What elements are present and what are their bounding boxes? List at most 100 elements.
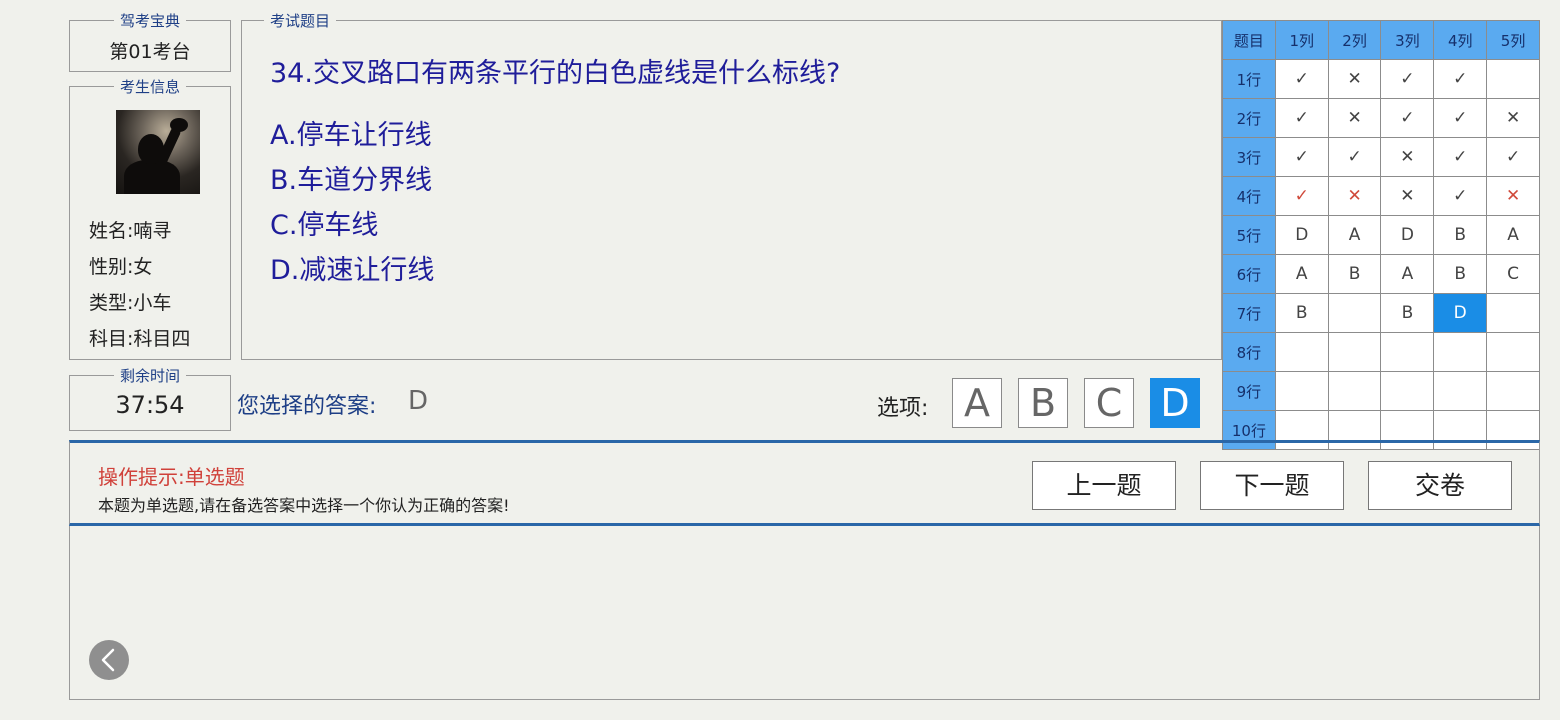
grid-cell-q12[interactable]: ✓ — [1327, 137, 1382, 177]
grid-cell-q42[interactable] — [1327, 371, 1382, 411]
grid-cell-q10[interactable]: ✕ — [1486, 98, 1540, 138]
grid-cell-q41[interactable] — [1274, 371, 1329, 411]
grid-cell-q6[interactable]: ✓ — [1274, 98, 1329, 138]
grid-cell-q15[interactable]: ✓ — [1486, 137, 1540, 177]
grid-cell-mark: ✓ — [1505, 147, 1521, 167]
grid-cell-q3[interactable]: ✓ — [1380, 59, 1435, 99]
grid-cell-q23[interactable]: D — [1380, 215, 1435, 255]
exam-station-panel: 驾考宝典 第01考台 — [69, 11, 231, 72]
grid-cell-mark: C — [1507, 264, 1519, 284]
timer-legend: 剩余时间 — [113, 366, 187, 386]
grid-cell-q40[interactable] — [1486, 332, 1540, 372]
grid-cell-q44[interactable] — [1433, 371, 1488, 411]
grid-cell-mark: D — [1453, 303, 1467, 323]
grid-cell-q38[interactable] — [1380, 332, 1435, 372]
grid-cell-mark: D — [1400, 225, 1414, 245]
grid-cell-mark: B — [1454, 225, 1467, 245]
grid-cell-q33[interactable]: B — [1380, 293, 1435, 333]
examinee-license-type: 类型:小车 — [89, 292, 172, 314]
choice-c-button[interactable]: C — [1084, 378, 1134, 428]
choice-d-button[interactable]: D — [1150, 378, 1200, 428]
grid-cell-q26[interactable]: A — [1274, 254, 1329, 294]
previous-question-button[interactable]: 上一题 — [1032, 461, 1176, 510]
grid-row-header: 6行 — [1222, 254, 1276, 294]
grid-cell-mark: B — [1401, 303, 1414, 323]
grid-cell-q32[interactable] — [1327, 293, 1382, 333]
grid-cell-q37[interactable] — [1327, 332, 1382, 372]
grid-cell-q11[interactable]: ✓ — [1274, 137, 1329, 177]
examinee-subject: 科目:科目四 — [89, 328, 191, 350]
grid-cell-q27[interactable]: B — [1327, 254, 1382, 294]
next-question-button[interactable]: 下一题 — [1200, 461, 1344, 510]
grid-cell-q35[interactable] — [1486, 293, 1540, 333]
grid-cell-q25[interactable]: A — [1486, 215, 1540, 255]
grid-row: 7行 B B D — [1222, 293, 1540, 333]
bottom-panel — [69, 526, 1540, 700]
grid-cell-mark: ✕ — [1400, 147, 1415, 167]
grid-corner-header: 题目 — [1222, 20, 1276, 60]
examinee-info-panel: 考生信息 姓名:喃寻 性别:女 类型:小车 科目:科目四 — [69, 77, 231, 360]
grid-cell-q1[interactable]: ✓ — [1274, 59, 1329, 99]
grid-cell-q18[interactable]: ✕ — [1380, 176, 1435, 216]
grid-row-header: 7行 — [1222, 293, 1276, 333]
grid-cell-mark: D — [1295, 225, 1309, 245]
grid-cell-q20[interactable]: ✕ — [1486, 176, 1540, 216]
grid-cell-q21[interactable]: D — [1274, 215, 1329, 255]
grid-cell-q17[interactable]: ✕ — [1327, 176, 1382, 216]
grid-row-header: 1行 — [1222, 59, 1276, 99]
question-panel: 考试题目 34.交叉路口有两条平行的白色虚线是什么标线? A.停车让行线 B.车… — [241, 11, 1222, 360]
grid-cell-q13[interactable]: ✕ — [1380, 137, 1435, 177]
remaining-time-panel: 剩余时间 37:54 — [69, 366, 231, 431]
grid-cell-q14[interactable]: ✓ — [1433, 137, 1488, 177]
choice-b-button[interactable]: B — [1018, 378, 1068, 428]
grid-cell-q19[interactable]: ✓ — [1433, 176, 1488, 216]
grid-cell-q22[interactable]: A — [1327, 215, 1382, 255]
grid-cell-q24[interactable]: B — [1433, 215, 1488, 255]
grid-cell-q29[interactable]: B — [1433, 254, 1488, 294]
grid-cell-mark: A — [1348, 225, 1361, 245]
answer-grid: 题目 1列 2列 3列 4列 5列 1行 ✓ ✕ ✓ ✓ 2行 ✓ ✕ ✓ ✓ ✕ 3行 ✓ ✓ ✕ ✓ ✓ 4行… — [1222, 20, 1540, 450]
grid-cell-mark: ✓ — [1294, 147, 1309, 167]
grid-cell-q2[interactable]: ✕ — [1327, 59, 1382, 99]
avatar — [116, 110, 200, 194]
grid-row-header: 2行 — [1222, 98, 1276, 138]
grid-row-header: 3行 — [1222, 137, 1276, 177]
grid-cell-q7[interactable]: ✕ — [1327, 98, 1382, 138]
grid-cell-q4[interactable]: ✓ — [1433, 59, 1488, 99]
grid-cell-mark: ✕ — [1347, 108, 1362, 128]
brand-legend: 驾考宝典 — [113, 11, 187, 31]
grid-cell-q30[interactable]: C — [1486, 254, 1540, 294]
grid-row-header: 8行 — [1222, 332, 1276, 372]
grid-cell-q8[interactable]: ✓ — [1380, 98, 1435, 138]
tips-text: 本题为单选题,请在备选答案中选择一个你认为正确的答案! — [98, 496, 510, 515]
question-legend: 考试题目 — [264, 11, 337, 31]
grid-cell-mark: ✓ — [1347, 147, 1362, 167]
choices-label: 选项: — [877, 396, 929, 421]
grid-row-header: 9行 — [1222, 371, 1276, 411]
grid-cell-q28[interactable]: A — [1380, 254, 1435, 294]
examinee-legend: 考生信息 — [113, 77, 187, 97]
option-b-text: B.车道分界线 — [270, 165, 433, 196]
examinee-gender: 性别:女 — [89, 256, 153, 278]
option-a-text: A.停车让行线 — [270, 120, 432, 151]
submit-exam-button[interactable]: 交卷 — [1368, 461, 1512, 510]
grid-cell-q5[interactable] — [1486, 59, 1540, 99]
grid-cell-mark: ✓ — [1400, 69, 1415, 89]
grid-cell-q45[interactable] — [1486, 371, 1540, 411]
grid-cell-mark: B — [1295, 303, 1308, 323]
grid-cell-q9[interactable]: ✓ — [1433, 98, 1488, 138]
grid-cell-q31[interactable]: B — [1274, 293, 1329, 333]
grid-cell-mark: ✕ — [1347, 186, 1362, 206]
choice-a-button[interactable]: A — [952, 378, 1002, 428]
chevron-left-icon — [101, 648, 115, 672]
grid-cell-q16[interactable]: ✓ — [1274, 176, 1329, 216]
grid-cell-mark: ✓ — [1453, 69, 1468, 89]
option-d-text: D.减速让行线 — [270, 255, 435, 286]
grid-row: 9行 — [1222, 371, 1540, 411]
grid-cell-q39[interactable] — [1433, 332, 1488, 372]
grid-cell-q36[interactable] — [1274, 332, 1329, 372]
grid-cell-q34[interactable]: D — [1433, 293, 1488, 333]
grid-cell-mark: ✕ — [1505, 108, 1521, 128]
back-button[interactable] — [89, 640, 129, 680]
grid-cell-q43[interactable] — [1380, 371, 1435, 411]
